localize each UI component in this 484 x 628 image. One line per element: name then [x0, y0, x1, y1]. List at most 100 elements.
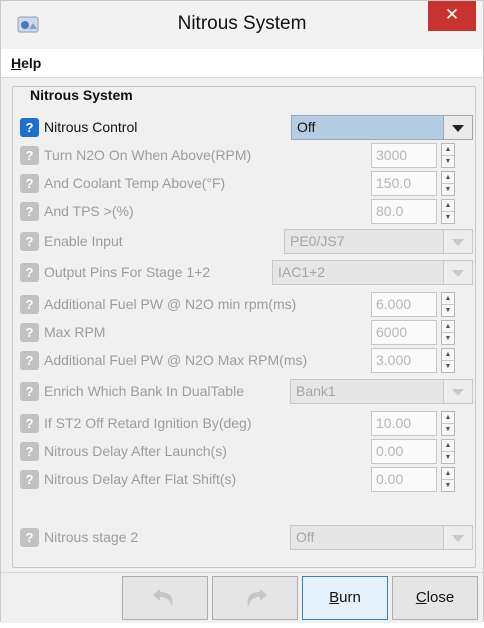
spinner-down-icon[interactable]: ▼ — [442, 452, 454, 463]
dropdown-value: Bank1 — [296, 383, 336, 399]
help-icon[interactable]: ? — [20, 295, 39, 314]
menu-help[interactable]: Help — [11, 55, 41, 71]
dropdown-button[interactable] — [443, 261, 472, 284]
spinner-up-icon[interactable]: ▲ — [442, 349, 454, 361]
spinner-value[interactable]: 3000 — [371, 143, 437, 168]
row-output-pins: ? Output Pins For Stage 1+2 IAC1+2 — [20, 260, 480, 288]
turn-on-rpm-spinner[interactable]: 3000 ▲ ▼ — [371, 143, 455, 168]
spinner-up-icon[interactable]: ▲ — [442, 293, 454, 305]
close-button[interactable]: Close — [392, 576, 478, 620]
help-icon[interactable]: ? — [20, 351, 39, 370]
max-rpm-spinner[interactable]: 6000 ▲ ▼ — [371, 320, 455, 345]
burn-button[interactable]: Burn — [302, 576, 388, 620]
row-max-rpm: ? Max RPM 6000 ▲ ▼ — [20, 320, 480, 348]
spinner-down-icon[interactable]: ▼ — [442, 424, 454, 435]
spinner-down-icon[interactable]: ▼ — [442, 184, 454, 195]
dropdown-button[interactable] — [443, 230, 472, 253]
help-icon[interactable]: ? — [20, 146, 39, 165]
spinner-arrows[interactable]: ▲ ▼ — [441, 292, 455, 317]
spinner-arrows[interactable]: ▲ ▼ — [441, 199, 455, 224]
spinner-down-icon[interactable]: ▼ — [442, 212, 454, 223]
burn-label: urn — [339, 589, 361, 606]
delay-after-flat-shift-spinner[interactable]: 0.00 ▲ ▼ — [371, 467, 455, 492]
spinner-arrows[interactable]: ▲ ▼ — [441, 467, 455, 492]
dropdown-button[interactable] — [443, 116, 472, 139]
enable-input-dropdown[interactable]: PE0/JS7 — [284, 229, 473, 254]
title-bar[interactable]: Nitrous System ✕ — [1, 1, 483, 49]
chevron-down-icon — [452, 239, 464, 246]
redo-button[interactable] — [212, 576, 298, 620]
spinner-up-icon[interactable]: ▲ — [442, 321, 454, 333]
dropdown-value: Off — [297, 119, 316, 135]
spinner-value[interactable]: 150.0 — [371, 171, 437, 196]
menu-help-mnemonic: H — [11, 55, 22, 71]
help-icon[interactable]: ? — [20, 382, 39, 401]
row-turn-on-rpm: ? Turn N2O On When Above(RPM) 3000 ▲ ▼ — [20, 143, 480, 171]
spinner-up-icon[interactable]: ▲ — [442, 440, 454, 452]
spinner-up-icon[interactable]: ▲ — [442, 172, 454, 184]
spinner-up-icon[interactable]: ▲ — [442, 144, 454, 156]
spinner-value[interactable]: 0.00 — [371, 467, 437, 492]
spinner-value[interactable]: 3.000 — [371, 348, 437, 373]
tps-spinner[interactable]: 80.0 ▲ ▼ — [371, 199, 455, 224]
spinner-value[interactable]: 6000 — [371, 320, 437, 345]
retard-ignition-spinner[interactable]: 10.00 ▲ ▼ — [371, 411, 455, 436]
spinner-down-icon[interactable]: ▼ — [442, 333, 454, 344]
field-label: Nitrous stage 2 — [44, 529, 139, 545]
nitrous-system-window: Nitrous System ✕ Help Nitrous System ? N… — [0, 0, 484, 623]
close-window-button[interactable]: ✕ — [428, 1, 476, 31]
dropdown-button[interactable] — [443, 526, 472, 549]
spinner-arrows[interactable]: ▲ ▼ — [441, 439, 455, 464]
spinner-down-icon[interactable]: ▼ — [442, 480, 454, 491]
nitrous-control-dropdown[interactable]: Off — [291, 115, 473, 140]
fuel-pw-max-spinner[interactable]: 3.000 ▲ ▼ — [371, 348, 455, 373]
spinner-value[interactable]: 6.000 — [371, 292, 437, 317]
delay-after-launch-spinner[interactable]: 0.00 ▲ ▼ — [371, 439, 455, 464]
spinner-up-icon[interactable]: ▲ — [442, 412, 454, 424]
field-label: Max RPM — [44, 324, 106, 340]
spinner-up-icon[interactable]: ▲ — [442, 200, 454, 212]
field-label: Output Pins For Stage 1+2 — [44, 264, 211, 280]
spinner-down-icon[interactable]: ▼ — [442, 361, 454, 372]
help-icon[interactable]: ? — [20, 263, 39, 282]
help-icon[interactable]: ? — [20, 414, 39, 433]
spinner-arrows[interactable]: ▲ ▼ — [441, 143, 455, 168]
spinner-up-icon[interactable]: ▲ — [442, 468, 454, 480]
help-icon[interactable]: ? — [20, 202, 39, 221]
undo-arrow-icon — [153, 589, 173, 607]
window-title: Nitrous System — [177, 13, 307, 34]
help-icon[interactable]: ? — [20, 470, 39, 489]
field-label: Additional Fuel PW @ N2O Max RPM(ms) — [44, 352, 308, 368]
spinner-down-icon[interactable]: ▼ — [442, 305, 454, 316]
help-icon[interactable]: ? — [20, 442, 39, 461]
fuel-pw-min-spinner[interactable]: 6.000 ▲ ▼ — [371, 292, 455, 317]
help-icon[interactable]: ? — [20, 528, 39, 547]
row-tps: ? And TPS >(%) 80.0 ▲ ▼ — [20, 199, 480, 227]
menu-bar: Help — [1, 49, 483, 78]
help-icon[interactable]: ? — [20, 118, 39, 137]
row-retard-ignition: ? If ST2 Off Retard Ignition By(deg) 10.… — [20, 411, 480, 439]
chevron-down-icon — [452, 535, 464, 542]
spinner-down-icon[interactable]: ▼ — [442, 156, 454, 167]
dropdown-button[interactable] — [443, 380, 472, 403]
spinner-arrows[interactable]: ▲ ▼ — [441, 411, 455, 436]
row-fuel-pw-min: ? Additional Fuel PW @ N2O min rpm(ms) 6… — [20, 292, 480, 320]
spinner-value[interactable]: 80.0 — [371, 199, 437, 224]
output-pins-dropdown[interactable]: IAC1+2 — [272, 260, 473, 285]
undo-button[interactable] — [122, 576, 208, 620]
help-icon[interactable]: ? — [20, 232, 39, 251]
row-delay-after-flat-shift: ? Nitrous Delay After Flat Shift(s) 0.00… — [20, 467, 480, 495]
enrich-bank-dropdown[interactable]: Bank1 — [290, 379, 473, 404]
spinner-arrows[interactable]: ▲ ▼ — [441, 320, 455, 345]
field-label: Enrich Which Bank In DualTable — [44, 383, 244, 399]
spinner-value[interactable]: 0.00 — [371, 439, 437, 464]
help-icon[interactable]: ? — [20, 174, 39, 193]
nitrous-stage-2-dropdown[interactable]: Off — [290, 525, 473, 550]
spinner-arrows[interactable]: ▲ ▼ — [441, 171, 455, 196]
spinner-value[interactable]: 10.00 — [371, 411, 437, 436]
coolant-temp-spinner[interactable]: 150.0 ▲ ▼ — [371, 171, 455, 196]
close-label: lose — [426, 589, 455, 606]
chevron-down-icon — [452, 270, 464, 277]
help-icon[interactable]: ? — [20, 323, 39, 342]
spinner-arrows[interactable]: ▲ ▼ — [441, 348, 455, 373]
